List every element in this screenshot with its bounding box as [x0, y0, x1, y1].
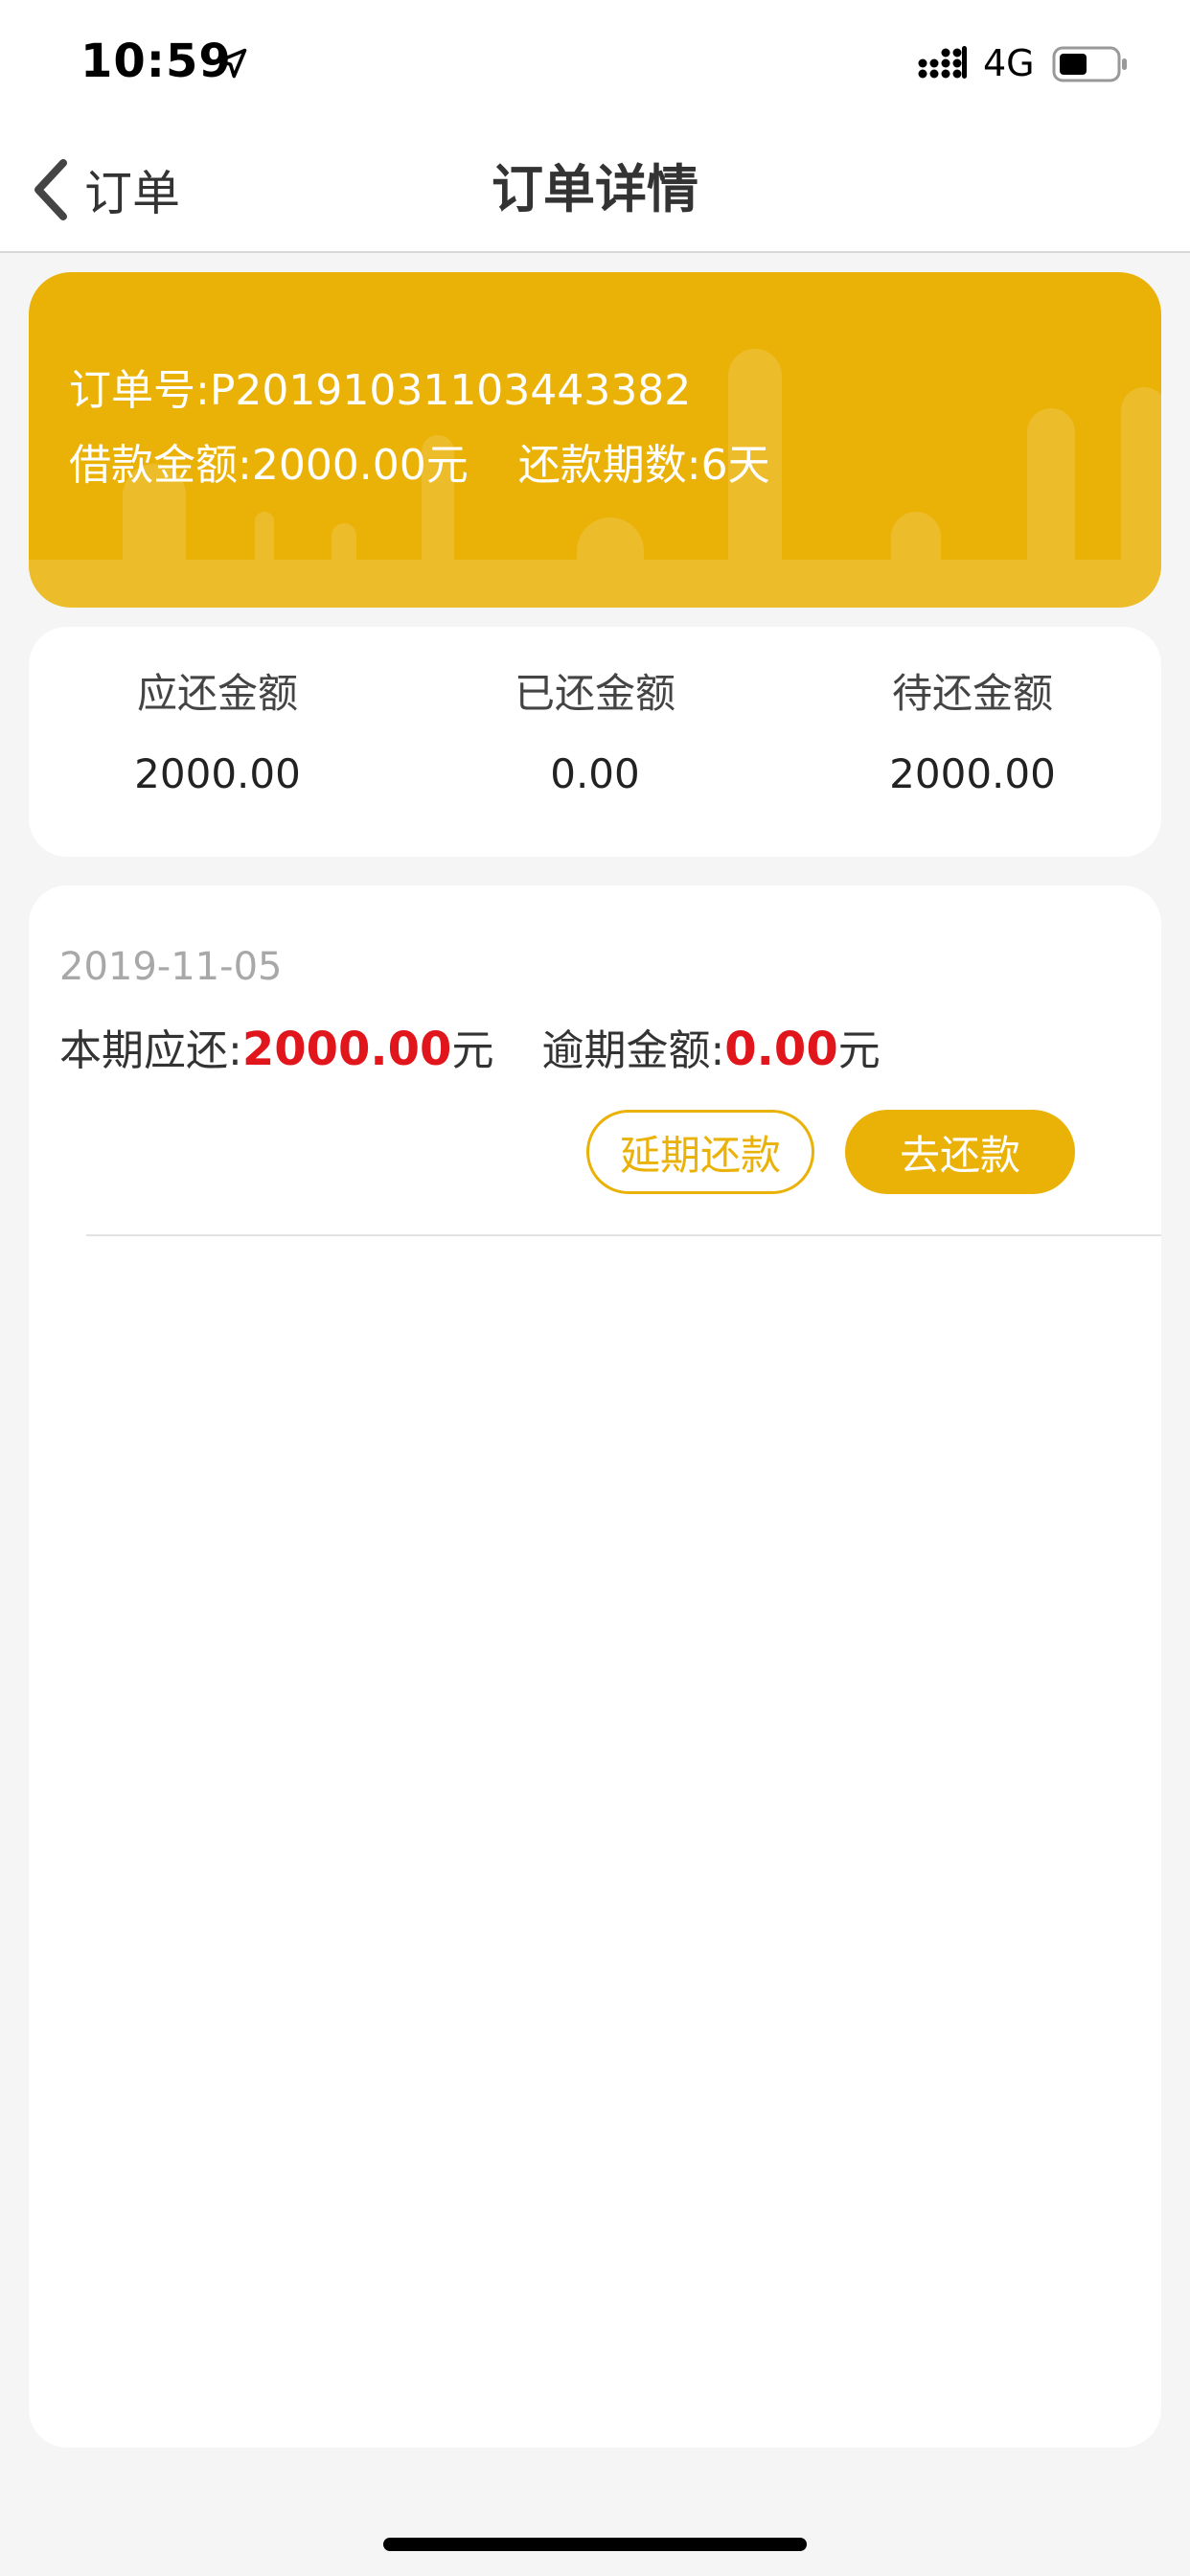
summary-label: 已还金额: [514, 670, 675, 717]
repay-button[interactable]: 去还款: [845, 1110, 1075, 1194]
summary-value: 2000.00: [134, 750, 301, 797]
overdue-amount: 0.00: [724, 1023, 838, 1076]
divider: [86, 1234, 1161, 1236]
summary-label: 待还金额: [891, 670, 1053, 717]
installment-date: 2019-11-05: [59, 945, 283, 989]
network-type: 4G: [983, 42, 1035, 84]
page-title: 订单详情: [492, 159, 698, 219]
repayment-term: 6天: [700, 441, 770, 490]
signal-icon: [918, 46, 967, 79]
order-number-line: 订单号:P20191031103443382: [69, 362, 691, 420]
loan-amount: 2000.00元: [251, 441, 469, 490]
delay-repayment-button[interactable]: 延期还款: [586, 1110, 814, 1194]
status-bar: 10:59 4G: [0, 0, 1190, 126]
status-time: 10:59: [80, 34, 232, 88]
home-indicator: [383, 2538, 807, 2551]
battery-icon: [1052, 46, 1127, 82]
installment-amounts: 本期应还:2000.00元 逾期金额:0.00元: [59, 1016, 881, 1077]
installment-list-card: 2019-11-05 本期应还:2000.00元 逾期金额:0.00元 延期还款 …: [29, 886, 1161, 2448]
due-amount: 2000.00: [241, 1023, 452, 1076]
order-number: P20191031103443382: [209, 366, 692, 415]
repayment-term-label: 还款期数:: [517, 441, 701, 490]
nav-bar: 订单 订单详情: [0, 126, 1190, 253]
summary-item-due: 应还金额 2000.00: [29, 665, 406, 803]
order-number-label: 订单号:: [69, 366, 210, 415]
overdue-amount-unit: 元: [837, 1026, 881, 1075]
summary-value: 2000.00: [889, 750, 1056, 797]
location-arrow-icon: [217, 48, 247, 79]
due-amount-label: 本期应还:: [59, 1026, 242, 1075]
loan-info-line: 借款金额:2000.00元 还款期数:6天: [69, 437, 770, 494]
repayment-summary-card: 应还金额 2000.00 已还金额 0.00 待还金额 2000.00: [29, 627, 1161, 857]
overdue-amount-label: 逾期金额:: [541, 1026, 725, 1075]
summary-label: 应还金额: [136, 670, 298, 717]
summary-item-paid: 已还金额 0.00: [406, 665, 784, 803]
due-amount-unit: 元: [451, 1026, 494, 1075]
summary-item-remaining: 待还金额 2000.00: [784, 665, 1161, 803]
summary-value: 0.00: [550, 750, 640, 797]
loan-amount-label: 借款金额:: [69, 441, 252, 490]
